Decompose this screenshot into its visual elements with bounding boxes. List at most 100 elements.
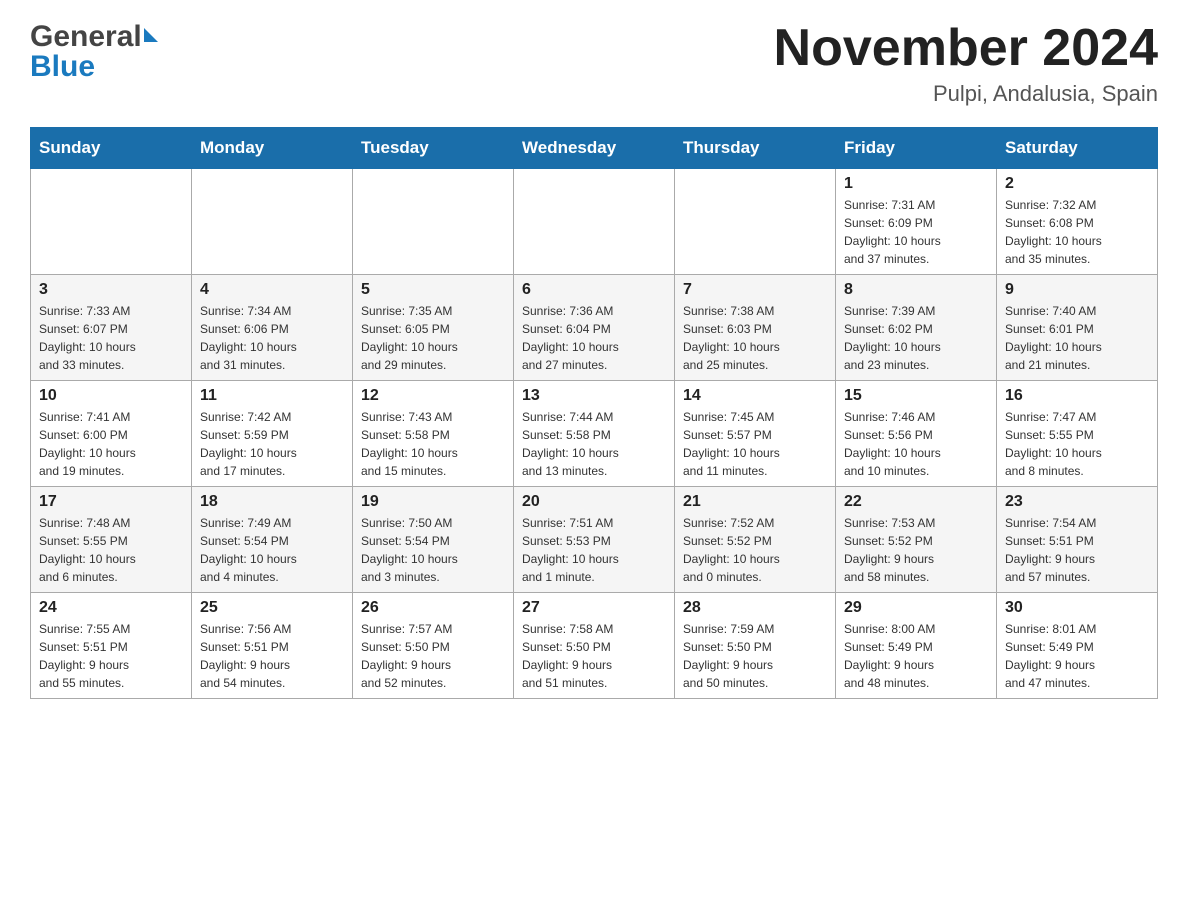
day-number: 15 — [844, 387, 988, 405]
day-info: Sunrise: 7:55 AM Sunset: 5:51 PM Dayligh… — [39, 620, 183, 692]
day-info: Sunrise: 7:47 AM Sunset: 5:55 PM Dayligh… — [1005, 408, 1149, 480]
day-number: 1 — [844, 175, 988, 193]
calendar-cell: 3 Sunrise: 7:33 AM Sunset: 6:07 PM Daylig… — [31, 275, 192, 381]
day-info: Sunrise: 7:43 AM Sunset: 5:58 PM Dayligh… — [361, 408, 505, 480]
day-info: Sunrise: 7:40 AM Sunset: 6:01 PM Dayligh… — [1005, 302, 1149, 374]
logo-arrow-icon — [144, 28, 158, 42]
calendar-cell: 4Sunrise: 7:34 AM Sunset: 6:06 PM Daylig… — [192, 275, 353, 381]
day-number: 17 — [39, 493, 183, 511]
calendar-cell: 13 Sunrise: 7:44 AM Sunset: 5:58 PM Dayli… — [514, 381, 675, 487]
day-info: Sunrise: 7:36 AM Sunset: 6:04 PM Dayligh… — [522, 302, 666, 374]
calendar-cell: 9Sunrise: 7:40 AM Sunset: 6:01 PM Daylig… — [997, 275, 1158, 381]
day-number: 5 — [361, 281, 505, 299]
day-info: Sunrise: 7:34 AM Sunset: 6:06 PM Dayligh… — [200, 302, 344, 374]
weekday-header-sunday: Sunday — [31, 128, 192, 169]
day-info: Sunrise: 7:45 AM Sunset: 5:57 PM Dayligh… — [683, 408, 827, 480]
day-info: Sunrise: 7:56 AM Sunset: 5:51 PM Dayligh… — [200, 620, 344, 692]
weekday-header-saturday: Saturday — [997, 128, 1158, 169]
calendar-cell: 19Sunrise: 7:50 AM Sunset: 5:54 PM Dayli… — [353, 487, 514, 593]
day-number: 20 — [522, 493, 666, 511]
calendar-week-row: 3 Sunrise: 7:33 AM Sunset: 6:07 PM Daylig… — [31, 275, 1158, 381]
day-number: 7 — [683, 281, 827, 299]
day-info: Sunrise: 7:59 AM Sunset: 5:50 PM Dayligh… — [683, 620, 827, 692]
day-info: Sunrise: 7:46 AM Sunset: 5:56 PM Dayligh… — [844, 408, 988, 480]
page-header: General Blue November 2024 Pulpi, Andalu… — [30, 20, 1158, 107]
weekday-header-wednesday: Wednesday — [514, 128, 675, 169]
day-number: 29 — [844, 599, 988, 617]
day-info: Sunrise: 7:31 AM Sunset: 6:09 PM Dayligh… — [844, 196, 988, 268]
day-info: Sunrise: 7:35 AM Sunset: 6:05 PM Dayligh… — [361, 302, 505, 374]
calendar-cell: 10 Sunrise: 7:41 AM Sunset: 6:00 PM Dayli… — [31, 381, 192, 487]
calendar-cell — [353, 169, 514, 275]
calendar-cell: 11Sunrise: 7:42 AM Sunset: 5:59 PM Dayli… — [192, 381, 353, 487]
calendar-week-row: 1 Sunrise: 7:31 AM Sunset: 6:09 PM Daylig… — [31, 169, 1158, 275]
day-number: 6 — [522, 281, 666, 299]
day-info: Sunrise: 7:53 AM Sunset: 5:52 PM Dayligh… — [844, 514, 988, 586]
location-label: Pulpi, Andalusia, Spain — [774, 81, 1158, 107]
calendar-cell — [192, 169, 353, 275]
calendar-cell: 28 Sunrise: 7:59 AM Sunset: 5:50 PM Dayli… — [675, 593, 836, 699]
day-number: 24 — [39, 599, 183, 617]
day-number: 10 — [39, 387, 183, 405]
day-info: Sunrise: 7:33 AM Sunset: 6:07 PM Dayligh… — [39, 302, 183, 374]
calendar-cell: 6 Sunrise: 7:36 AM Sunset: 6:04 PM Daylig… — [514, 275, 675, 381]
weekday-header-tuesday: Tuesday — [353, 128, 514, 169]
day-number: 18 — [200, 493, 344, 511]
calendar-cell: 14 Sunrise: 7:45 AM Sunset: 5:57 PM Dayli… — [675, 381, 836, 487]
weekday-header-monday: Monday — [192, 128, 353, 169]
calendar-cell: 1 Sunrise: 7:31 AM Sunset: 6:09 PM Daylig… — [836, 169, 997, 275]
day-number: 21 — [683, 493, 827, 511]
calendar-cell: 20 Sunrise: 7:51 AM Sunset: 5:53 PM Dayli… — [514, 487, 675, 593]
day-number: 16 — [1005, 387, 1149, 405]
calendar-cell: 22 Sunrise: 7:53 AM Sunset: 5:52 PM Dayli… — [836, 487, 997, 593]
calendar-table: SundayMondayTuesdayWednesdayThursdayFrid… — [30, 127, 1158, 699]
calendar-cell: 17Sunrise: 7:48 AM Sunset: 5:55 PM Dayli… — [31, 487, 192, 593]
day-info: Sunrise: 7:51 AM Sunset: 5:53 PM Dayligh… — [522, 514, 666, 586]
calendar-week-row: 10 Sunrise: 7:41 AM Sunset: 6:00 PM Dayli… — [31, 381, 1158, 487]
title-block: November 2024 Pulpi, Andalusia, Spain — [774, 20, 1158, 107]
day-info: Sunrise: 8:00 AM Sunset: 5:49 PM Dayligh… — [844, 620, 988, 692]
calendar-cell: 29 Sunrise: 8:00 AM Sunset: 5:49 PM Dayli… — [836, 593, 997, 699]
day-number: 3 — [39, 281, 183, 299]
day-info: Sunrise: 7:49 AM Sunset: 5:54 PM Dayligh… — [200, 514, 344, 586]
calendar-week-row: 24 Sunrise: 7:55 AM Sunset: 5:51 PM Dayli… — [31, 593, 1158, 699]
day-number: 14 — [683, 387, 827, 405]
calendar-cell: 8Sunrise: 7:39 AM Sunset: 6:02 PM Daylig… — [836, 275, 997, 381]
day-number: 22 — [844, 493, 988, 511]
weekday-header-friday: Friday — [836, 128, 997, 169]
calendar-cell: 2 Sunrise: 7:32 AM Sunset: 6:08 PM Daylig… — [997, 169, 1158, 275]
weekday-header-row: SundayMondayTuesdayWednesdayThursdayFrid… — [31, 128, 1158, 169]
day-number: 11 — [200, 387, 344, 405]
day-info: Sunrise: 7:38 AM Sunset: 6:03 PM Dayligh… — [683, 302, 827, 374]
day-info: Sunrise: 8:01 AM Sunset: 5:49 PM Dayligh… — [1005, 620, 1149, 692]
calendar-cell: 12 Sunrise: 7:43 AM Sunset: 5:58 PM Dayli… — [353, 381, 514, 487]
calendar-cell: 21 Sunrise: 7:52 AM Sunset: 5:52 PM Dayli… — [675, 487, 836, 593]
calendar-cell — [31, 169, 192, 275]
day-number: 27 — [522, 599, 666, 617]
day-info: Sunrise: 7:58 AM Sunset: 5:50 PM Dayligh… — [522, 620, 666, 692]
calendar-cell: 7 Sunrise: 7:38 AM Sunset: 6:03 PM Daylig… — [675, 275, 836, 381]
logo: General Blue — [30, 20, 158, 84]
day-info: Sunrise: 7:41 AM Sunset: 6:00 PM Dayligh… — [39, 408, 183, 480]
day-number: 30 — [1005, 599, 1149, 617]
weekday-header-thursday: Thursday — [675, 128, 836, 169]
calendar-cell: 25Sunrise: 7:56 AM Sunset: 5:51 PM Dayli… — [192, 593, 353, 699]
calendar-week-row: 17Sunrise: 7:48 AM Sunset: 5:55 PM Dayli… — [31, 487, 1158, 593]
calendar-cell: 15 Sunrise: 7:46 AM Sunset: 5:56 PM Dayli… — [836, 381, 997, 487]
calendar-cell: 5 Sunrise: 7:35 AM Sunset: 6:05 PM Daylig… — [353, 275, 514, 381]
calendar-cell — [675, 169, 836, 275]
day-number: 26 — [361, 599, 505, 617]
day-number: 13 — [522, 387, 666, 405]
logo-blue-text: Blue — [30, 50, 95, 84]
day-info: Sunrise: 7:52 AM Sunset: 5:52 PM Dayligh… — [683, 514, 827, 586]
calendar-cell: 23Sunrise: 7:54 AM Sunset: 5:51 PM Dayli… — [997, 487, 1158, 593]
day-number: 2 — [1005, 175, 1149, 193]
day-number: 28 — [683, 599, 827, 617]
day-info: Sunrise: 7:44 AM Sunset: 5:58 PM Dayligh… — [522, 408, 666, 480]
calendar-cell: 30 Sunrise: 8:01 AM Sunset: 5:49 PM Dayli… — [997, 593, 1158, 699]
day-info: Sunrise: 7:32 AM Sunset: 6:08 PM Dayligh… — [1005, 196, 1149, 268]
day-number: 12 — [361, 387, 505, 405]
calendar-cell: 18 Sunrise: 7:49 AM Sunset: 5:54 PM Dayli… — [192, 487, 353, 593]
day-number: 23 — [1005, 493, 1149, 511]
day-info: Sunrise: 7:50 AM Sunset: 5:54 PM Dayligh… — [361, 514, 505, 586]
